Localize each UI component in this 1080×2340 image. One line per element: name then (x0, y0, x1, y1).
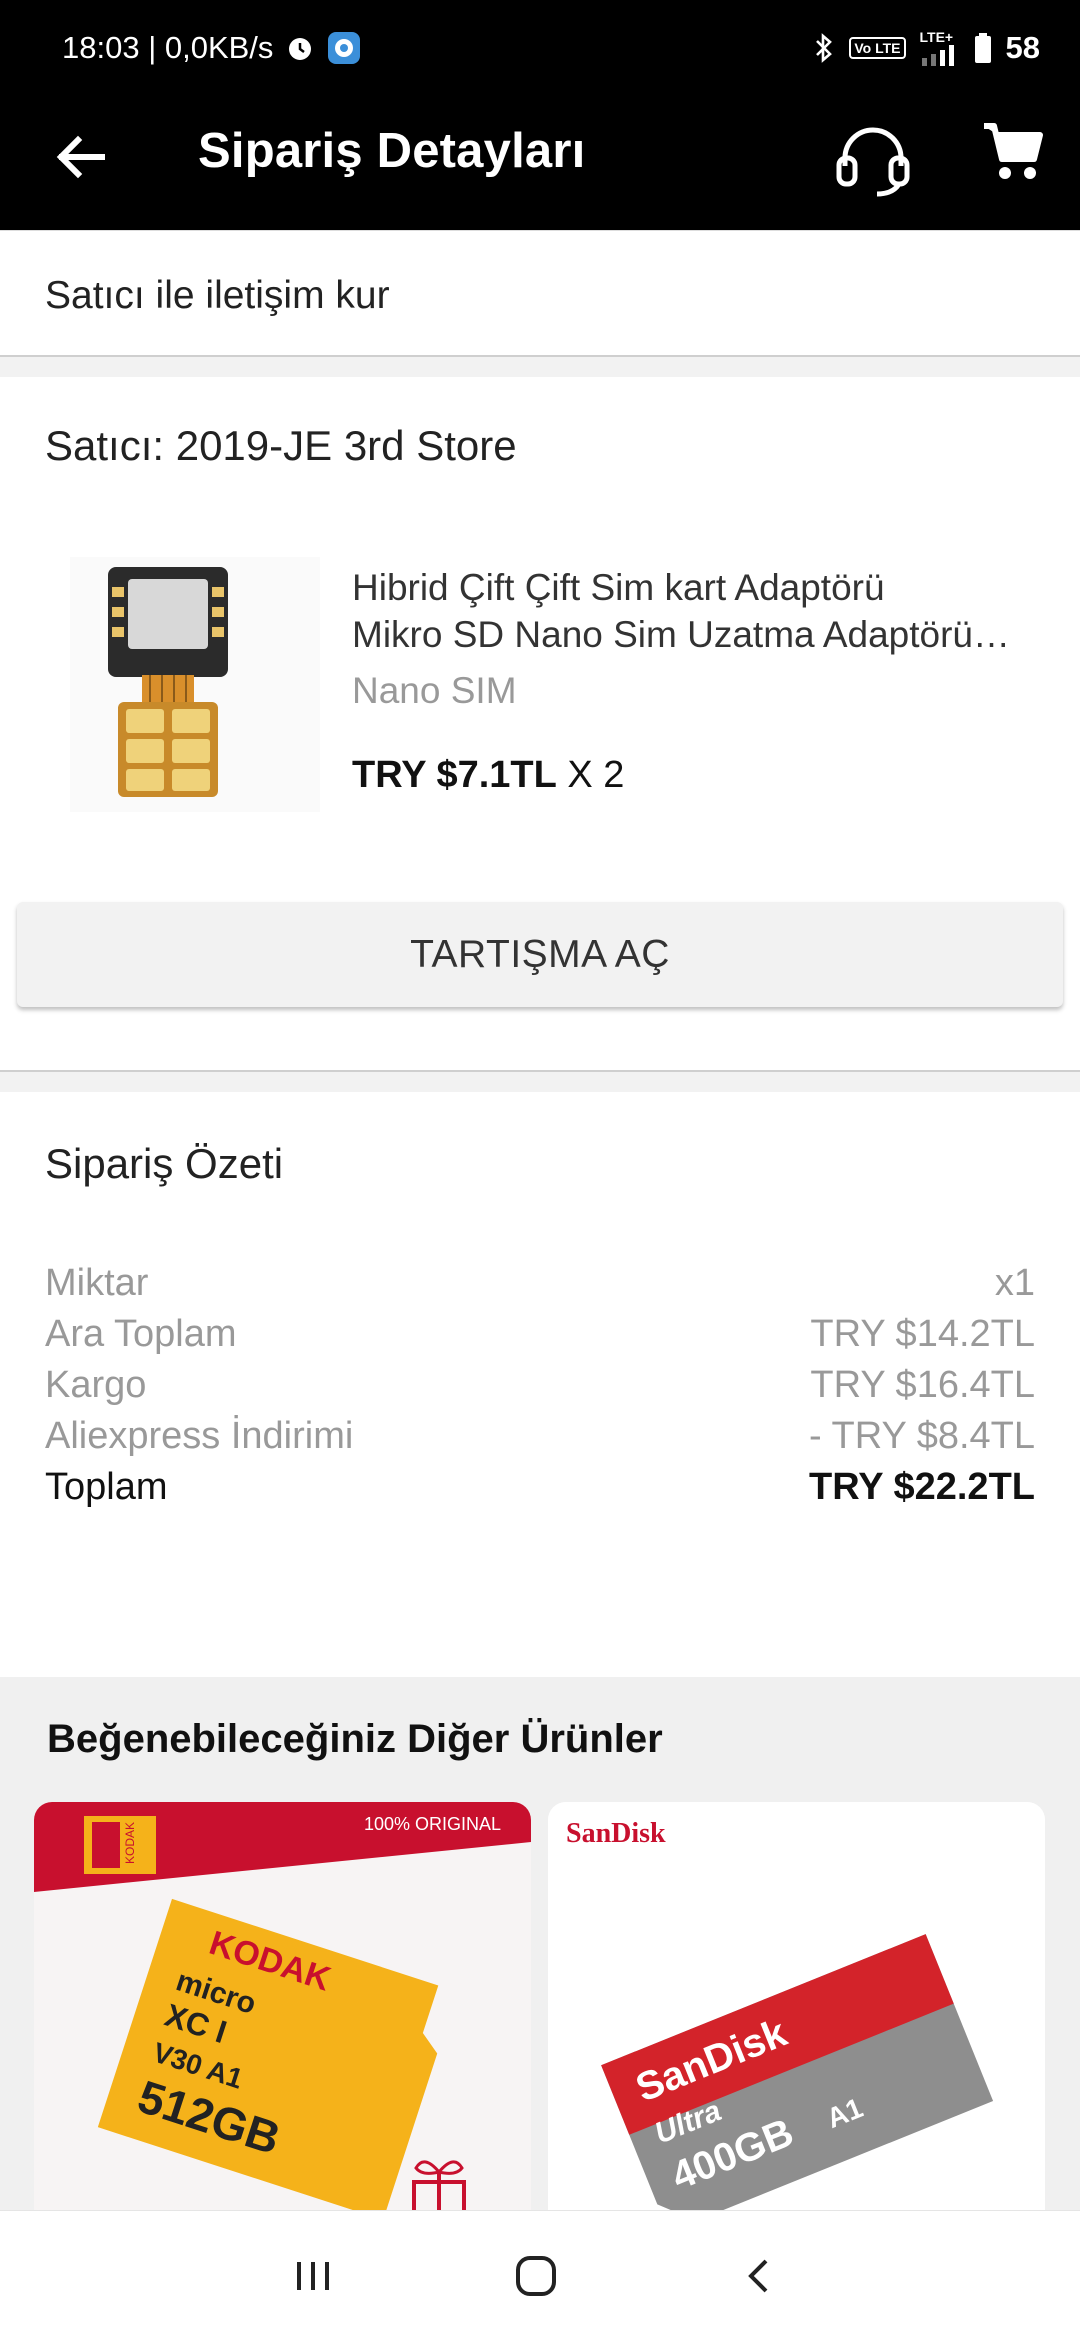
signal-icon: LTE+ (920, 30, 960, 66)
back-chevron-icon (748, 2259, 768, 2293)
contact-seller-label: Satıcı ile iletişim kur (45, 274, 390, 317)
section-divider (0, 1070, 1080, 1092)
alarm-icon (285, 33, 315, 63)
sandisk-brand-logo: SanDisk (566, 1818, 666, 1849)
status-bar: 18:03 | 0,0KB/s Vo LTE LTE+ 58 (0, 0, 1080, 95)
status-time-speed: 18:03 | 0,0KB/s (62, 29, 274, 65)
summary-value: - TRY $8.4TL (808, 1415, 1035, 1457)
back-button[interactable] (50, 127, 110, 187)
summary-row-total: Toplam TRY $22.2TL (45, 1466, 1035, 1509)
volte-indicator: Vo LTE (849, 36, 906, 59)
summary-value: TRY $16.4TL (810, 1364, 1035, 1406)
app-notification-icon (327, 31, 361, 65)
product-title-line1: Hibrid Çift Çift Sim kart Adaptörü (352, 567, 885, 608)
headset-icon (836, 127, 910, 197)
product-price: TRY $7.1TL (352, 754, 557, 796)
recommended-product-card[interactable]: KODAK 100% ORIGINAL KODAK micro XC I V30… (34, 1802, 531, 2210)
summary-row-shipping: Kargo TRY $16.4TL (45, 1364, 1035, 1407)
product-title-line2: Mikro SD Nano Sim Uzatma Adaptörü… (352, 614, 1011, 655)
bluetooth-icon (813, 32, 835, 64)
summary-label: Aliexpress İndirimi (45, 1415, 354, 1457)
seller-name[interactable]: Satıcı: 2019-JE 3rd Store (45, 422, 517, 470)
total-label: Toplam (45, 1466, 168, 1508)
home-button[interactable] (491, 2236, 581, 2316)
summary-label: Miktar (45, 1262, 149, 1304)
customer-support-button[interactable] (830, 115, 916, 201)
sandisk-product-image: SanDisk SanDisk Ultra 400GB A1 (548, 1802, 1045, 2210)
total-value: TRY $22.2TL (809, 1466, 1035, 1508)
summary-row-subtotal: Ara Toplam TRY $14.2TL (45, 1313, 1035, 1356)
recommendations-section: Beğenebileceğiniz Diğer Ürünler KODAK 10… (0, 1677, 1080, 2210)
system-nav-bar (0, 2210, 1080, 2340)
summary-label: Ara Toplam (45, 1313, 237, 1355)
battery-level: 58 (1005, 29, 1040, 65)
summary-row-quantity: Miktar x1 (45, 1262, 1035, 1305)
recommended-product-card[interactable]: SanDisk SanDisk Ultra 400GB A1 (548, 1802, 1045, 2210)
kodak-product-image: KODAK 100% ORIGINAL KODAK micro XC I V30… (34, 1802, 531, 2210)
back-arrow-icon (56, 135, 105, 179)
original-badge: 100% ORIGINAL (364, 1814, 501, 1834)
summary-row-discount: Aliexpress İndirimi - TRY $8.4TL (45, 1415, 1035, 1458)
status-right: Vo LTE LTE+ 58 (813, 30, 1040, 66)
status-left: 18:03 | 0,0KB/s (62, 30, 361, 66)
lte-label: LTE+ (919, 28, 954, 45)
order-summary: Sipariş Özeti Miktar x1 Ara Toplam TRY $… (0, 1092, 1080, 1677)
summary-label: Kargo (45, 1364, 147, 1406)
app-bar: Sipariş Detayları (0, 95, 1080, 230)
cart-button[interactable] (978, 117, 1048, 187)
summary-value: x1 (994, 1262, 1035, 1304)
seller-section: Satıcı: 2019-JE 3rd Store Hibrid Çift Çi… (0, 377, 1080, 1067)
home-icon (516, 2256, 556, 2296)
product-image[interactable] (70, 557, 320, 812)
recents-icon (297, 2262, 329, 2290)
recents-button[interactable] (268, 2236, 358, 2316)
product-price-row: TRY $7.1TL X 2 (352, 754, 624, 797)
kodak-side-text: KODAK (123, 1822, 137, 1864)
product-quantity: X 2 (567, 754, 625, 796)
product-title[interactable]: Hibrid Çift Çift Sim kart Adaptörü Mikro… (352, 564, 1042, 658)
page-title: Sipariş Detayları (198, 124, 586, 178)
cart-icon (984, 123, 1043, 179)
battery-icon (974, 32, 992, 64)
nav-back-button[interactable] (714, 2236, 804, 2316)
section-divider (0, 355, 1080, 377)
open-dispute-button[interactable]: TARTIŞMA AÇ (17, 902, 1063, 1007)
summary-value: TRY $14.2TL (810, 1313, 1035, 1355)
recommendations-title: Beğenebileceğiniz Diğer Ürünler (47, 1717, 663, 1761)
summary-title: Sipariş Özeti (45, 1140, 284, 1187)
contact-seller-row[interactable]: Satıcı ile iletişim kur (0, 230, 1080, 355)
product-variant: Nano SIM (352, 670, 517, 711)
